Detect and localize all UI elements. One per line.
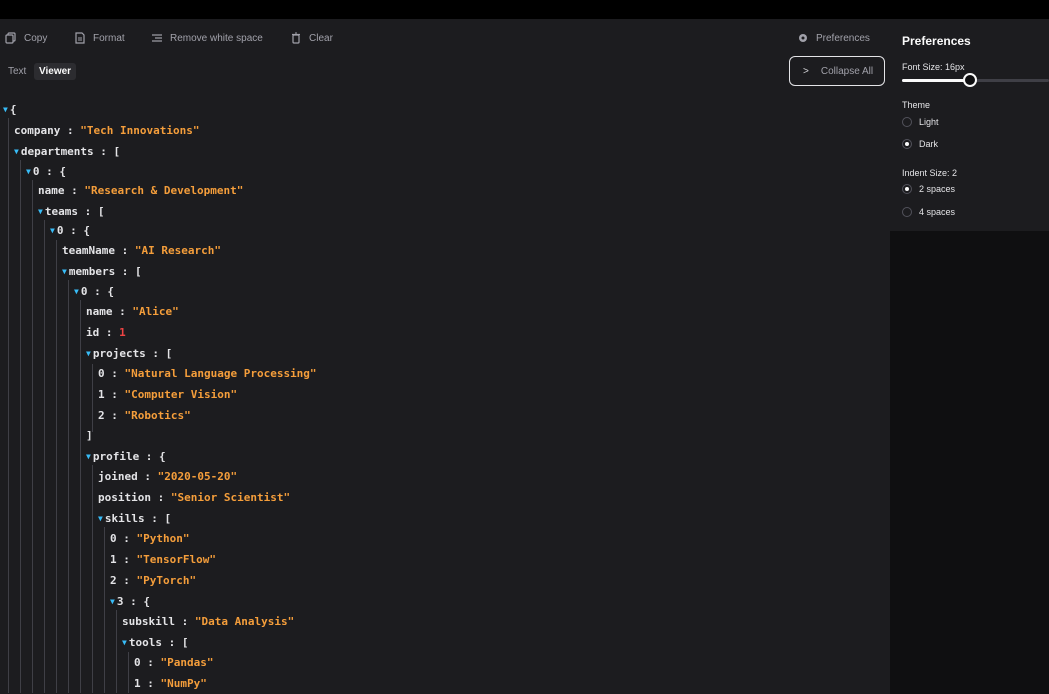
tab-viewer[interactable]: Viewer <box>34 62 77 80</box>
tree-node-position: position : "Senior Scientist" <box>98 491 291 504</box>
tab-text[interactable]: Text <box>3 63 31 80</box>
triangle-down-icon[interactable]: ▼ <box>110 593 115 611</box>
tree-node-tools: ▼ tools : [ <box>122 634 188 652</box>
tree-node-projects: ▼ projects : [ <box>86 345 172 363</box>
radio-indent-4[interactable] <box>902 207 912 217</box>
chevron-right-icon: > <box>803 65 809 77</box>
tree-node-subskill: subskill : "Data Analysis" <box>122 615 295 628</box>
tree-node-project-1: 1 : "Computer Vision" <box>98 388 238 401</box>
tree-node-company: company : "Tech Innovations" <box>14 124 200 137</box>
indent-size-label: Indent Size: 2 <box>902 168 958 178</box>
indent-guide <box>104 527 105 693</box>
view-tabs: Text Viewer <box>0 61 77 81</box>
copy-icon <box>5 32 16 44</box>
tree-node-joined: joined : "2020-05-20" <box>98 470 238 483</box>
triangle-down-icon[interactable]: ▼ <box>86 345 91 363</box>
indent-guide <box>8 118 9 693</box>
tree-node-skill-1: 1 : "TensorFlow" <box>110 553 216 566</box>
preferences-title: Preferences <box>902 34 971 48</box>
indent-option-4[interactable]: 4 spaces <box>902 207 955 217</box>
tree-node-skills: ▼ skills : [ <box>98 510 171 528</box>
app-root: Copy Format Remove white space Clear Pre… <box>0 0 1049 694</box>
indent-option-2[interactable]: 2 spaces <box>902 184 955 194</box>
radio-indent-2[interactable] <box>902 184 912 194</box>
collapse-all-button[interactable]: > Collapse All <box>789 56 885 86</box>
tree-node-teams: ▼ teams : [ <box>38 203 104 221</box>
indent-guide <box>20 160 21 693</box>
tree-node-teamname: teamName : "AI Research" <box>62 244 221 257</box>
toolbar: Copy Format Remove white space Clear Pre… <box>0 28 890 48</box>
tree-node-departments: ▼ departments : [ <box>14 143 120 161</box>
theme-option-light[interactable]: Light <box>902 117 939 127</box>
tree-node-member-name: name : "Alice" <box>86 305 179 318</box>
format-label: Format <box>93 32 125 44</box>
theme-option-light-label: Light <box>919 117 939 127</box>
format-icon <box>75 32 85 44</box>
indent-guide <box>92 364 93 432</box>
tree-node-member-0: ▼ 0 : { <box>74 283 114 301</box>
tree-node-project-2: 2 : "Robotics" <box>98 409 191 422</box>
indent-option-2-label: 2 spaces <box>919 184 956 194</box>
triangle-down-icon[interactable]: ▼ <box>122 634 127 652</box>
indent-guide <box>92 465 93 693</box>
indent-guide <box>32 180 33 693</box>
window-top-strip <box>0 0 1049 19</box>
tree-node-skill-0: 0 : "Python" <box>110 532 190 545</box>
indent-option-4-label: 4 spaces <box>919 207 956 217</box>
tree-node-tool-0: 0 : "Pandas" <box>134 656 214 669</box>
font-size-slider-handle[interactable] <box>963 73 977 87</box>
tree-node-dept-name: name : "Research & Development" <box>38 184 244 197</box>
format-button[interactable]: Format <box>74 28 125 48</box>
indent-guide <box>44 220 45 693</box>
tree-node-skill-2: 2 : "PyTorch" <box>110 574 197 587</box>
preferences-button[interactable]: Preferences <box>797 28 870 48</box>
font-size-label: Font Size: 16px <box>902 62 965 72</box>
collapse-all-label: Collapse All <box>820 65 874 77</box>
remove-whitespace-button[interactable]: Remove white space <box>151 28 263 48</box>
tree-node-project-0: 0 : "Natural Language Processing" <box>98 367 317 380</box>
triangle-down-icon[interactable]: ▼ <box>3 101 8 119</box>
copy-label: Copy <box>24 32 48 44</box>
preferences-label: Preferences <box>816 32 870 44</box>
tree-node-tool-1: 1 : "NumPy" <box>134 677 207 690</box>
indent-guide <box>128 652 129 693</box>
indent-guide <box>56 240 57 693</box>
copy-button[interactable]: Copy <box>5 28 47 48</box>
radio-light[interactable] <box>902 117 912 127</box>
triangle-down-icon[interactable]: ▼ <box>26 163 31 181</box>
remove-whitespace-label: Remove white space <box>170 32 263 44</box>
triangle-down-icon[interactable]: ▼ <box>50 222 55 240</box>
triangle-down-icon[interactable]: ▼ <box>62 263 67 281</box>
remove-whitespace-icon <box>152 34 162 42</box>
tree-root: ▼{ <box>3 101 16 119</box>
gear-icon <box>799 34 807 42</box>
tree-node-members: ▼ members : [ <box>62 263 142 281</box>
trash-icon <box>292 32 300 44</box>
theme-label: Theme <box>902 100 931 110</box>
font-size-slider-fill <box>902 79 972 82</box>
tree-node-profile: ▼ profile : { <box>86 448 166 466</box>
triangle-down-icon[interactable]: ▼ <box>14 143 19 161</box>
triangle-down-icon[interactable]: ▼ <box>38 203 43 221</box>
tree-node-skill-3: ▼ 3 : { <box>110 593 150 611</box>
clear-button[interactable]: Clear <box>290 28 333 48</box>
tree-node-member-id: id : 1 <box>86 326 126 339</box>
tree-node-team-0: ▼ 0 : { <box>50 222 90 240</box>
triangle-down-icon[interactable]: ▼ <box>74 283 79 301</box>
radio-dark[interactable] <box>902 139 912 149</box>
tree-node-department-0: ▼ 0 : { <box>26 163 66 181</box>
indent-guide <box>116 610 117 693</box>
triangle-down-icon[interactable]: ▼ <box>86 448 91 466</box>
indent-guide <box>80 300 81 693</box>
indent-guide <box>68 280 69 693</box>
theme-option-dark[interactable]: Dark <box>902 139 938 149</box>
theme-option-dark-label: Dark <box>919 139 939 149</box>
tree-close-projects: ] <box>86 429 93 442</box>
clear-label: Clear <box>309 32 333 44</box>
triangle-down-icon[interactable]: ▼ <box>98 510 103 528</box>
